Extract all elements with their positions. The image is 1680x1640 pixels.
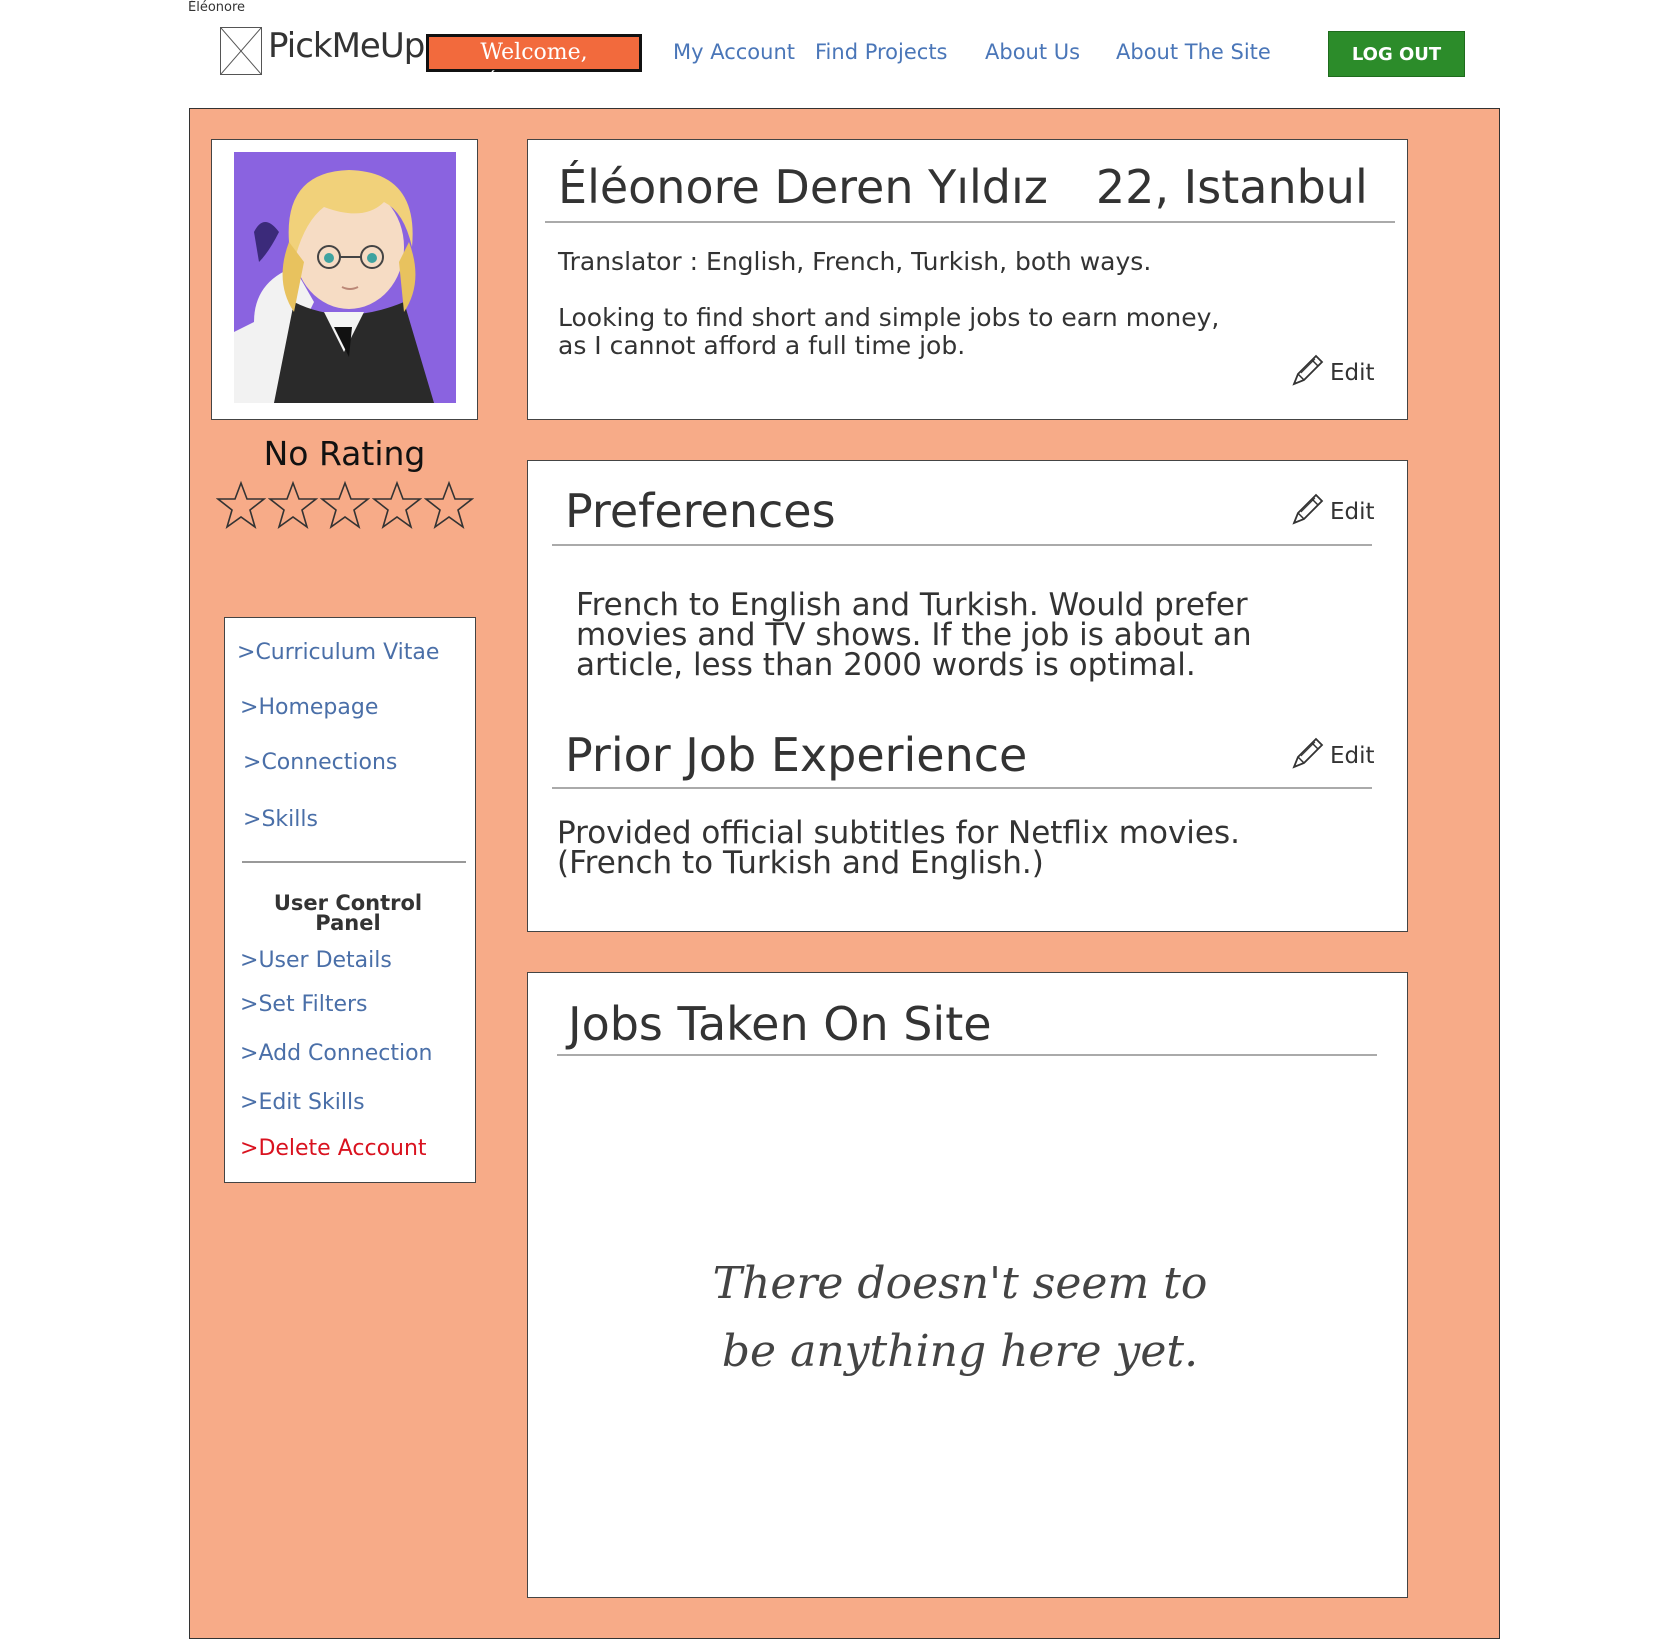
- jobs-title: Jobs Taken On Site: [568, 997, 992, 1051]
- sidebar-item-set-filters[interactable]: >Set Filters: [240, 992, 368, 1017]
- sidebar-item-label: Curriculum Vitae: [255, 640, 440, 665]
- control-panel-title-line: Panel: [315, 911, 381, 935]
- nav-about-us[interactable]: About Us: [985, 40, 1080, 64]
- preferences-line: French to English and Turkish. Would pre…: [576, 587, 1248, 623]
- avatar: [234, 152, 456, 403]
- profile-heading: Éléonore Deren Yıldız 22, Istanbul: [558, 160, 1368, 214]
- sidebar-item-curriculum-vitae[interactable]: >Curriculum Vitae: [237, 640, 439, 665]
- control-panel-title-line: User Control: [273, 891, 423, 915]
- pencil-icon: [1290, 352, 1326, 394]
- sidebar-item-edit-skills[interactable]: >Edit Skills: [240, 1090, 365, 1115]
- star-icon: [267, 480, 320, 532]
- empty-message-line: be anything here yet.: [721, 1326, 1199, 1377]
- control-panel-title: User Control Panel: [240, 891, 456, 935]
- sidebar-item-label: Delete Account: [258, 1136, 427, 1161]
- welcome-banner: Welcome, Éléonore: [426, 34, 642, 97]
- empty-message-line: There doesn't seem to: [712, 1258, 1208, 1309]
- sidebar-item-skills[interactable]: >Skills: [243, 807, 318, 832]
- profile-name: Éléonore Deren Yıldız: [558, 160, 1048, 214]
- heading-divider: [545, 221, 1395, 223]
- profile-bio: Looking to find short and simple jobs to…: [558, 304, 1219, 360]
- preferences-divider: [552, 544, 1372, 546]
- experience-line: (French to Turkish and English.): [557, 845, 1044, 881]
- edit-preferences-button[interactable]: Edit: [1290, 491, 1375, 533]
- sidebar-item-label: Set Filters: [258, 992, 368, 1017]
- menu-divider: [242, 861, 466, 863]
- link-prefix: >: [240, 992, 259, 1017]
- star-icon: [423, 480, 476, 532]
- profile-age-city: 22, Istanbul: [1095, 160, 1368, 214]
- link-prefix: >: [243, 750, 262, 775]
- experience-text: Provided official subtitles for Netflix …: [557, 815, 1240, 881]
- site-logo[interactable]: PickMeUp: [268, 26, 425, 66]
- nav-find-projects[interactable]: Find Projects: [815, 40, 948, 64]
- link-prefix: >: [243, 807, 262, 832]
- link-prefix: >: [240, 695, 259, 720]
- sidebar-item-homepage[interactable]: >Homepage: [240, 695, 378, 720]
- link-prefix: >: [240, 1041, 259, 1066]
- edit-experience-button[interactable]: Edit: [1290, 735, 1375, 777]
- edit-label: Edit: [1330, 743, 1375, 769]
- rating-label: No Rating: [263, 434, 426, 473]
- sidebar-item-add-connection[interactable]: >Add Connection: [240, 1041, 433, 1066]
- experience-line: Provided official subtitles for Netflix …: [557, 815, 1240, 851]
- star-icon: [319, 480, 372, 532]
- experience-divider: [552, 787, 1372, 789]
- pencil-icon: [1290, 491, 1326, 533]
- jobs-divider: [557, 1054, 1377, 1056]
- star-icon: [215, 480, 268, 532]
- sidebar-item-label: Skills: [261, 807, 318, 832]
- jobs-empty-message: There doesn't seem to be anything here y…: [690, 1250, 1230, 1386]
- sidebar-item-user-details[interactable]: >User Details: [240, 948, 392, 973]
- rating-stars: [215, 480, 476, 532]
- sidebar-item-label: Connections: [261, 750, 398, 775]
- star-icon: [371, 480, 424, 532]
- bio-line: Looking to find short and simple jobs to…: [558, 303, 1220, 332]
- sidebar-item-label: Edit Skills: [258, 1090, 365, 1115]
- edit-label: Edit: [1330, 360, 1375, 386]
- experience-title: Prior Job Experience: [565, 728, 1028, 782]
- link-prefix: >: [240, 1136, 259, 1161]
- preferences-line: article, less than 2000 words is optimal…: [576, 647, 1196, 683]
- edit-profile-button[interactable]: Edit: [1290, 352, 1375, 394]
- bio-line: as I cannot afford a full time job.: [558, 331, 966, 360]
- link-prefix: >: [240, 1090, 259, 1115]
- preferences-text: French to English and Turkish. Would pre…: [576, 587, 1252, 683]
- sidebar-item-delete-account[interactable]: >Delete Account: [240, 1136, 427, 1161]
- logo-placeholder-icon: [220, 27, 262, 75]
- pencil-icon: [1290, 735, 1326, 777]
- sidebar-item-label: User Details: [258, 948, 392, 973]
- sidebar-item-connections[interactable]: >Connections: [243, 750, 397, 775]
- preferences-title: Preferences: [565, 484, 836, 538]
- edit-label: Edit: [1330, 499, 1375, 525]
- sidebar-item-label: Homepage: [258, 695, 379, 720]
- profile-role: Translator : English, French, Turkish, b…: [558, 247, 1152, 276]
- logout-button[interactable]: LOG OUT: [1328, 31, 1465, 77]
- link-prefix: >: [240, 948, 259, 973]
- sidebar-item-label: Add Connection: [258, 1041, 433, 1066]
- corner-username: Éléonore: [188, 0, 246, 15]
- link-prefix: >: [237, 640, 256, 665]
- nav-about-the-site[interactable]: About The Site: [1116, 40, 1271, 64]
- preferences-line: movies and TV shows. If the job is about…: [576, 617, 1252, 653]
- nav-my-account[interactable]: My Account: [673, 40, 795, 64]
